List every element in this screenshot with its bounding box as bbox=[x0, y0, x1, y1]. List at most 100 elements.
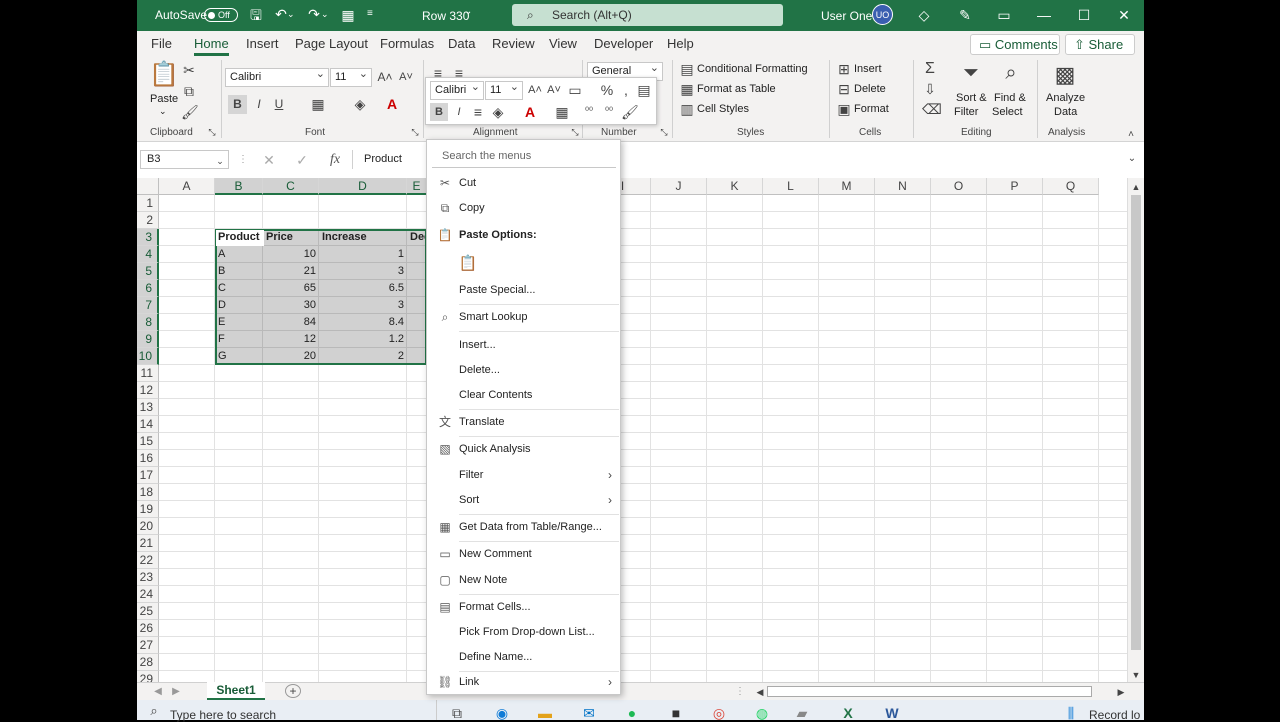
menu-item-get-data[interactable]: ▦ Get Data from Table/Range... bbox=[427, 515, 620, 540]
mini-font-color-icon[interactable]: A bbox=[522, 103, 538, 121]
menu-item-smart-lookup[interactable]: ⌕ Smart Lookup bbox=[427, 305, 620, 330]
format-cells-icon[interactable]: ▣ bbox=[837, 100, 851, 118]
undo-dropdown-icon[interactable]: ⌄ bbox=[287, 5, 295, 23]
table-cell[interactable]: B bbox=[215, 263, 263, 280]
whatsapp-icon[interactable]: ◍ bbox=[753, 704, 771, 722]
formula-content[interactable]: Product bbox=[364, 153, 402, 165]
mini-decrease-decimal-icon[interactable]: ⁰⁰ bbox=[601, 103, 617, 121]
conditional-formatting-button[interactable]: Conditional Formatting bbox=[697, 63, 808, 75]
column-header-j[interactable]: J bbox=[651, 178, 707, 195]
column-header-e[interactable]: E bbox=[407, 178, 427, 195]
row-header-17[interactable]: 17 bbox=[137, 467, 159, 484]
column-header-m[interactable]: M bbox=[819, 178, 875, 195]
row-header-15[interactable]: 15 bbox=[137, 433, 159, 450]
mini-number-format-icon[interactable]: ▭ bbox=[567, 81, 583, 99]
row-header-4[interactable]: 4 bbox=[137, 246, 159, 263]
spotify-icon[interactable]: ● bbox=[623, 704, 641, 722]
find-select-icon[interactable]: ⌕ bbox=[999, 60, 1023, 86]
table-header-cell[interactable]: Product bbox=[215, 229, 263, 246]
row-header-23[interactable]: 23 bbox=[137, 569, 159, 586]
font-size-select[interactable]: 11 bbox=[330, 66, 372, 87]
table-cell[interactable]: 12 bbox=[263, 331, 319, 348]
table-cell[interactable]: 3 bbox=[319, 263, 407, 280]
scroll-up-icon[interactable]: ▲ bbox=[1130, 178, 1142, 196]
tab-help[interactable]: Help bbox=[667, 36, 694, 51]
table-cell[interactable]: A bbox=[215, 246, 263, 263]
tab-file[interactable]: File bbox=[151, 36, 172, 51]
menu-item-pick-list[interactable]: Pick From Drop-down List... bbox=[427, 620, 620, 645]
maximize-icon[interactable]: ☐ bbox=[1075, 6, 1093, 24]
table-header-cell[interactable]: Increase bbox=[319, 229, 407, 246]
scroll-left-icon[interactable]: ◀ bbox=[754, 683, 766, 701]
copy-icon[interactable]: ⧉ bbox=[181, 82, 197, 100]
menu-item-paste-special[interactable]: Paste Special... bbox=[427, 278, 620, 303]
column-header-d[interactable]: D bbox=[319, 178, 407, 195]
row-header-19[interactable]: 19 bbox=[137, 501, 159, 518]
row-header-20[interactable]: 20 bbox=[137, 518, 159, 535]
table-header-cell[interactable]: Dec bbox=[407, 229, 425, 246]
clear-icon[interactable]: ⌫ bbox=[922, 100, 942, 118]
column-header-p[interactable]: P bbox=[987, 178, 1043, 195]
form-icon[interactable]: ▦ bbox=[340, 6, 356, 24]
mini-fill-color-icon[interactable]: ◈ bbox=[490, 103, 506, 121]
mini-font-select[interactable]: Calibri bbox=[430, 79, 484, 100]
insert-function-icon[interactable]: fx bbox=[327, 151, 343, 169]
table-cell[interactable]: 3 bbox=[319, 297, 407, 314]
paste-keep-formatting-icon[interactable]: 📋 bbox=[457, 253, 479, 275]
row-header-7[interactable]: 7 bbox=[137, 297, 159, 314]
table-cell[interactable]: 84 bbox=[263, 314, 319, 331]
cell-styles-button[interactable]: Cell Styles bbox=[697, 103, 749, 115]
mini-percent-icon[interactable]: % bbox=[599, 81, 615, 99]
row-header-2[interactable]: 2 bbox=[137, 212, 159, 229]
table-cell[interactable]: F bbox=[215, 331, 263, 348]
menu-item-new-comment[interactable]: ▭ New Comment bbox=[427, 542, 620, 567]
expand-formula-bar-icon[interactable]: ⌄ bbox=[1125, 150, 1139, 168]
row-header-25[interactable]: 25 bbox=[137, 603, 159, 620]
mini-brush-icon[interactable]: 🖌 bbox=[621, 103, 639, 121]
bold-button[interactable]: B bbox=[228, 95, 247, 114]
sort-filter-icon[interactable]: ⏷ bbox=[959, 60, 983, 86]
pen-icon[interactable]: ✎ bbox=[956, 6, 974, 24]
mini-italic-button[interactable]: I bbox=[451, 103, 467, 121]
mini-format-painter-icon[interactable]: ▤ bbox=[636, 81, 652, 99]
insert-cells-button[interactable]: Insert bbox=[854, 63, 882, 75]
menu-item-link[interactable]: ⛓ Link › bbox=[427, 670, 620, 695]
word-taskbar-icon[interactable]: W bbox=[883, 704, 901, 722]
customize-qat-icon[interactable]: ≡ bbox=[367, 5, 373, 23]
column-header-c[interactable]: C bbox=[263, 178, 319, 195]
tab-page-layout[interactable]: Page Layout bbox=[295, 36, 368, 51]
excel-taskbar-icon[interactable]: X bbox=[839, 704, 857, 722]
column-header-l[interactable]: L bbox=[763, 178, 819, 195]
mail-icon[interactable]: ✉ bbox=[580, 704, 598, 722]
table-cell[interactable]: 6.5 bbox=[319, 280, 407, 297]
autosum-icon[interactable]: Σ bbox=[922, 60, 938, 78]
row-header-13[interactable]: 13 bbox=[137, 399, 159, 416]
tab-insert[interactable]: Insert bbox=[246, 36, 279, 51]
paste-label[interactable]: Paste bbox=[150, 93, 178, 105]
table-cell[interactable]: 10 bbox=[263, 246, 319, 263]
confirm-entry-icon[interactable]: ✓ bbox=[295, 151, 309, 169]
menu-item-quick-analysis[interactable]: ▧ Quick Analysis bbox=[427, 437, 620, 462]
cut-icon[interactable]: ✂ bbox=[181, 61, 197, 79]
fill-color-icon[interactable]: ◈ bbox=[351, 95, 369, 113]
column-header-n[interactable]: N bbox=[875, 178, 931, 195]
delete-cells-icon[interactable]: ⊟ bbox=[837, 80, 851, 98]
chrome-icon[interactable]: ◎ bbox=[710, 704, 728, 722]
save-icon[interactable]: 🖫 bbox=[247, 6, 265, 24]
row-header-27[interactable]: 27 bbox=[137, 637, 159, 654]
diamond-icon[interactable]: ◇ bbox=[915, 6, 933, 24]
scroll-right-icon[interactable]: ▶ bbox=[1115, 683, 1127, 701]
mini-align-center-icon[interactable]: ≡ bbox=[470, 103, 486, 121]
next-sheet-icon[interactable]: ▶ bbox=[171, 683, 181, 701]
font-launcher-icon[interactable]: ⤡ bbox=[410, 127, 420, 137]
scroll-thumb[interactable] bbox=[1131, 195, 1141, 650]
menu-item-new-note[interactable]: ▢ New Note bbox=[427, 568, 620, 593]
row-header-12[interactable]: 12 bbox=[137, 382, 159, 399]
row-header-5[interactable]: 5 bbox=[137, 263, 159, 280]
analyze-data-icon[interactable]: ▩ bbox=[1051, 60, 1079, 90]
collapse-ribbon-icon[interactable]: ˄ bbox=[1124, 126, 1138, 144]
menu-item-define-name[interactable]: Define Name... bbox=[427, 645, 620, 670]
mini-comma-icon[interactable]: , bbox=[619, 81, 633, 99]
user-name[interactable]: User One bbox=[821, 9, 872, 23]
row-header-1[interactable]: 1 bbox=[137, 195, 159, 212]
